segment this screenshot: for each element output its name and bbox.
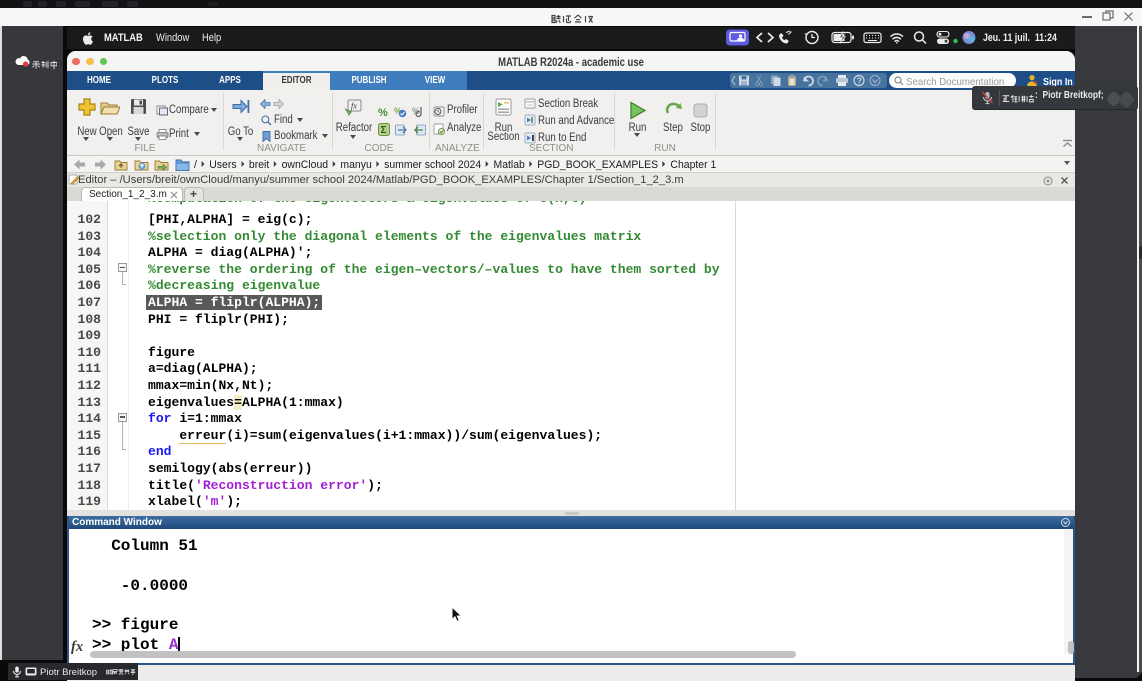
svg-text:%: %	[378, 107, 388, 118]
svg-text:?: ?	[857, 76, 862, 86]
svg-text:fx: fx	[351, 102, 357, 111]
svg-text:Σ: Σ	[381, 125, 387, 136]
